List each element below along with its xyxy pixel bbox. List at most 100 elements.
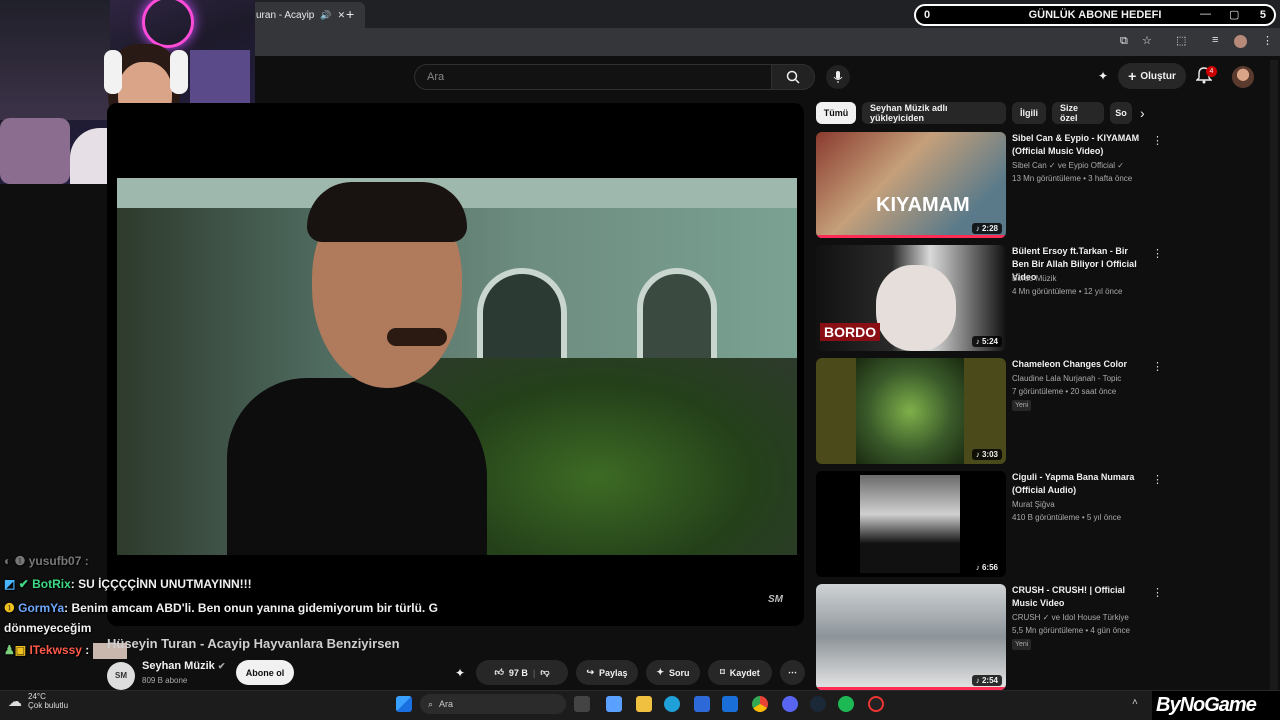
dislike-button[interactable]: 👎︎ — [540, 667, 549, 678]
video-thumbnail[interactable]: ♪ 2:54 — [816, 584, 1006, 690]
new-badge: Yeni — [1012, 639, 1032, 650]
save-button[interactable]: ⌑ Kaydet — [708, 660, 772, 685]
recommendation-channel[interactable]: Bordo Müzik — [1012, 274, 1056, 283]
recommendation-item[interactable]: KIYAMAM ♪ 2:28 Sibel Can & Eypio - KIYAM… — [816, 132, 1256, 238]
recommendation-item[interactable]: ♪ 2:54 CRUSH - CRUSH! | Official Music V… — [816, 584, 1256, 690]
recommendation-title[interactable]: Ciguli - Yapma Bana Numara (Official Aud… — [1012, 471, 1140, 497]
recommendation-title[interactable]: Sibel Can & Eypio - KIYAMAM (Official Mu… — [1012, 132, 1140, 158]
recommendation-channel[interactable]: Claudine Lala Nurjanah - Topic — [1012, 374, 1121, 383]
more-icon: ⋯ — [788, 667, 797, 677]
store-icon[interactable] — [694, 696, 710, 712]
microphone-icon — [833, 71, 843, 83]
account-avatar[interactable] — [1232, 66, 1254, 88]
chip-related[interactable]: İlgili — [1012, 102, 1046, 124]
browser-menu-icon[interactable]: ⋮ — [1262, 34, 1273, 47]
more-options-icon[interactable]: ⋮ — [1152, 586, 1163, 599]
bookmark-star-icon[interactable]: ☆ — [1142, 34, 1152, 47]
chat-message: dönmeyeceğim — [4, 621, 92, 635]
ai-sparkle-icon[interactable]: ✦ — [455, 666, 465, 680]
more-options-icon[interactable]: ⋮ — [1152, 360, 1163, 373]
more-actions-button[interactable]: ⋯ — [780, 660, 805, 685]
chip-for-you[interactable]: Size özel — [1052, 102, 1104, 124]
recommendation-channel[interactable]: Sibel Can ✓ ve Eypio Official ✓ — [1012, 161, 1124, 170]
extensions-icon[interactable]: ⬚ — [1176, 34, 1186, 47]
like-button[interactable]: 👍︎ 97 B — [494, 667, 527, 678]
taskbar-search[interactable]: ⌕ Ara — [420, 694, 566, 714]
channel-name-text: Seyhan Müzik — [142, 660, 215, 672]
chat-message: : — [84, 554, 89, 568]
video-thumbnail[interactable]: ♪ 6:56 — [816, 471, 1006, 577]
reading-list-icon[interactable]: ≡ — [1212, 34, 1218, 46]
maximize-button[interactable]: ▢ — [1229, 8, 1239, 21]
video-thumbnail[interactable]: ♪ 3:03 — [816, 358, 1006, 464]
more-options-icon[interactable]: ⋮ — [1152, 134, 1163, 147]
chat-user: yusufb07 — [28, 554, 82, 568]
page-scrollbar[interactable] — [1270, 60, 1278, 690]
recommendation-meta: 410 B görüntüleme • 5 yıl önce — [1012, 513, 1122, 522]
verified-badge-icon: ✔ — [18, 577, 29, 591]
voice-search-button[interactable] — [826, 65, 850, 89]
windows-start-icon[interactable] — [396, 696, 412, 712]
share-label: Paylaş — [599, 667, 628, 678]
chat-line: ◩ ✔ BotRix: SU İÇÇÇÇİNN UNUTMAYINN!!! — [4, 577, 252, 591]
taskbar-search-label: Ara — [439, 699, 454, 709]
widgets-icon[interactable] — [606, 696, 622, 712]
recommendation-channel[interactable]: CRUSH ✓ ve Idol House Türkiye — [1012, 613, 1129, 622]
recommendation-item[interactable]: BORDO ♪ 5:24 Bülent Ersoy ft.Tarkan - Bi… — [816, 245, 1256, 351]
close-tab-icon[interactable]: ✕ — [338, 10, 346, 21]
chat-message: : SU İÇÇÇÇİNN UNUTMAYINN!!! — [70, 577, 252, 591]
chip-all[interactable]: Tümü — [816, 102, 856, 124]
duration-badge: ♪ 3:03 — [971, 449, 1002, 460]
subscribe-button[interactable]: Abone ol — [236, 660, 294, 685]
edge-icon[interactable] — [664, 696, 680, 712]
minimize-button[interactable]: — — [1200, 8, 1211, 20]
recommendation-title[interactable]: Chameleon Changes Color — [1012, 358, 1140, 371]
task-view-icon[interactable] — [574, 696, 590, 712]
chat-badge-icon: ❶ — [4, 601, 15, 615]
channel-name[interactable]: Seyhan Müzik ✔ — [142, 660, 225, 672]
chat-user: ITekwssy — [29, 643, 82, 658]
goal-left-count: 0 — [924, 9, 931, 21]
chat-badge-icon: ◐ ❶ — [4, 554, 29, 568]
profile-icon[interactable] — [1234, 35, 1247, 48]
recommendation-item[interactable]: ♪ 6:56 Ciguli - Yapma Bana Numara (Offic… — [816, 471, 1256, 577]
duration-badge: ♪ 2:28 — [971, 223, 1002, 234]
video-thumbnail[interactable]: KIYAMAM ♪ 2:28 — [816, 132, 1006, 238]
audio-icon[interactable]: 🔊 — [320, 10, 331, 21]
create-button[interactable]: + Oluştur — [1118, 63, 1186, 89]
recommendation-title[interactable]: CRUSH - CRUSH! | Official Music Video — [1012, 584, 1140, 610]
channel-avatar[interactable]: SM — [107, 662, 135, 690]
bookmark-icon: ⌑ — [720, 667, 725, 677]
search-input[interactable]: Ara — [414, 64, 772, 90]
app-icon[interactable] — [868, 696, 884, 712]
plus-icon: + — [1128, 68, 1137, 84]
more-options-icon[interactable]: ⋮ — [1152, 473, 1163, 486]
recommendation-channel[interactable]: Murat Şiğva — [1012, 500, 1055, 509]
subscriber-goal-overlay: 0 GÜNLÜK ABONE HEDEFI 5 — [914, 4, 1276, 26]
more-options-icon[interactable]: ⋮ — [1152, 247, 1163, 260]
cast-icon[interactable]: ✦ — [1098, 69, 1108, 83]
mail-icon[interactable] — [722, 696, 738, 712]
discord-icon[interactable] — [782, 696, 798, 712]
chrome-icon[interactable] — [752, 696, 768, 712]
search-button[interactable] — [771, 64, 815, 90]
ask-button[interactable]: ✦ Soru — [646, 660, 700, 685]
chip-more[interactable]: So — [1110, 102, 1132, 124]
share-button[interactable]: ↪ Paylaş — [576, 660, 638, 685]
video-title: Hüseyin Turan - Acayip Hayvanlara Benziy… — [107, 636, 400, 651]
cast-icon[interactable]: ⧉ — [1120, 35, 1128, 48]
steam-icon[interactable] — [810, 696, 826, 712]
bot-badge-icon: ◩ — [4, 577, 16, 591]
chip-from-uploader[interactable]: Seyhan Müzik adlı yükleyiciden — [862, 102, 1006, 124]
video-frame[interactable] — [117, 178, 797, 555]
spotify-icon[interactable] — [838, 696, 854, 712]
recommendation-item[interactable]: ♪ 3:03 Chameleon Changes Color Claudine … — [816, 358, 1256, 464]
chat-user: BotRix — [32, 577, 71, 591]
chevron-up-icon[interactable]: ˄ — [1132, 697, 1138, 708]
new-tab-button[interactable]: + — [346, 6, 354, 22]
weather-widget[interactable]: ☁ 24°C Çok bulutlu — [8, 692, 68, 710]
chevron-right-icon[interactable]: › — [1140, 105, 1145, 121]
video-thumbnail[interactable]: BORDO ♪ 5:24 — [816, 245, 1006, 351]
file-explorer-icon[interactable] — [636, 696, 652, 712]
goal-title: GÜNLÜK ABONE HEDEFI — [1028, 9, 1162, 21]
